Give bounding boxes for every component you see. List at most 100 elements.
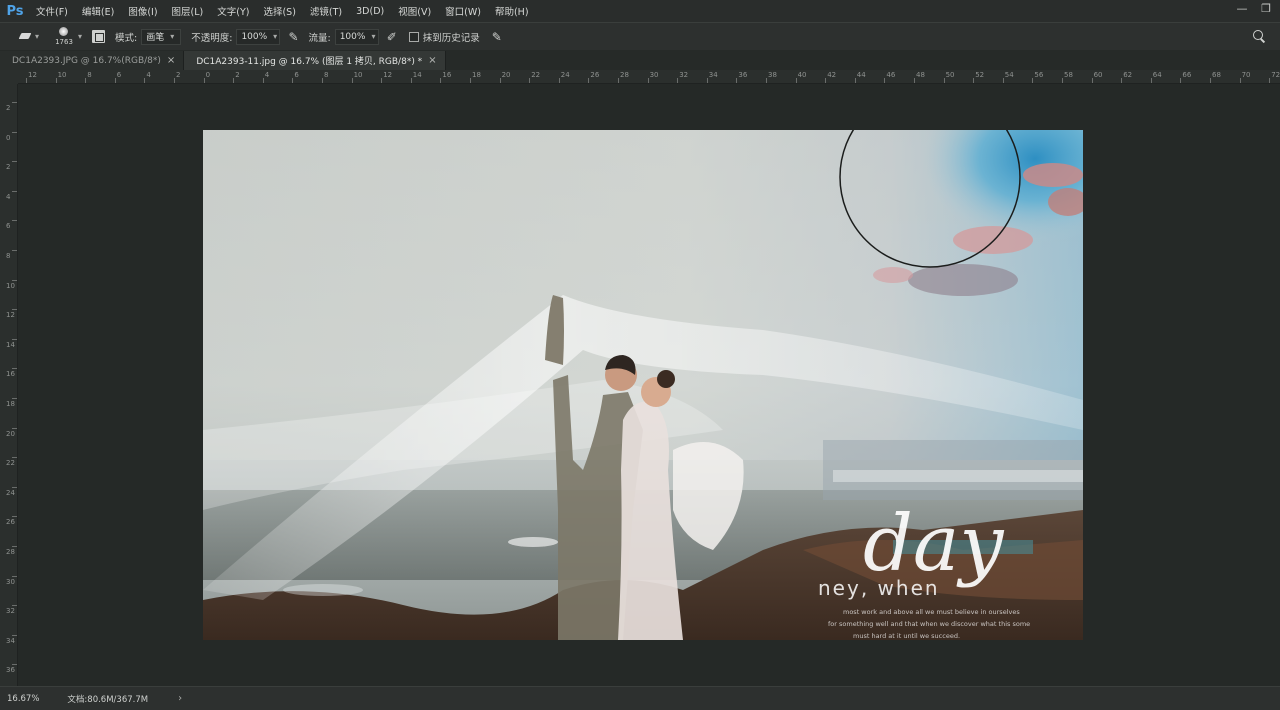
ruler-left-tick: [12, 664, 17, 666]
tab-label: DC1A2393.JPG @ 16.7%(RGB/8*): [12, 55, 161, 66]
menu-edit[interactable]: 编辑(E): [76, 0, 120, 22]
menu-3d[interactable]: 3D(D): [350, 0, 390, 22]
ruler-left-label: 32: [6, 607, 15, 616]
mode-dropdown[interactable]: 画笔 ▾: [141, 28, 182, 45]
opacity-value: 100%: [241, 31, 268, 42]
ruler-top-label: 50: [945, 71, 955, 79]
ruler-top-tick: [914, 78, 915, 83]
ruler-left-tick: [12, 634, 17, 636]
ruler-top-label: 40: [797, 71, 807, 79]
ruler-left-tick: [12, 131, 17, 133]
close-icon[interactable]: ×: [428, 55, 436, 66]
menu-help[interactable]: 帮助(H): [489, 0, 535, 22]
ruler-left-label: 26: [6, 518, 15, 527]
ruler-top-label: 16: [442, 71, 452, 79]
menu-view[interactable]: 视图(V): [392, 0, 437, 22]
pressure-size-icon[interactable]: ✎: [492, 30, 502, 44]
ruler-left-label: 8: [6, 252, 11, 260]
close-icon[interactable]: ×: [167, 55, 175, 66]
ruler-top-tick: [618, 78, 619, 83]
flow-value: 100%: [339, 31, 366, 42]
document-canvas[interactable]: day ney, when most work and above all we…: [203, 130, 1083, 640]
opacity-field[interactable]: 100% ▾: [236, 28, 281, 45]
brush-panel-toggle-icon[interactable]: [92, 30, 106, 43]
ruler-corner[interactable]: [0, 70, 18, 84]
ruler-top-tick: [1180, 78, 1182, 83]
ruler-top-label: 58: [1064, 71, 1073, 79]
ruler-left-tick: [12, 190, 17, 192]
brush-preview: 1763: [53, 25, 75, 49]
ruler-left-label: 22: [6, 459, 15, 468]
ruler-left-tick: [12, 457, 17, 459]
ruler-top-tick: [85, 78, 87, 83]
canvas-workspace[interactable]: day ney, when most work and above all we…: [18, 84, 1280, 686]
restore-button[interactable]: ❐: [1260, 2, 1272, 15]
chevron-down-icon: ▾: [78, 32, 83, 41]
ruler-top-label: 42: [827, 71, 837, 79]
pressure-opacity-icon[interactable]: ✎: [288, 30, 298, 44]
ruler-left-label: 14: [6, 340, 15, 349]
document-size: 文档:80.6M/367.7M: [67, 694, 149, 705]
ruler-top-label: 56: [1034, 71, 1044, 79]
tab-dc1a2393[interactable]: DC1A2393.JPG @ 16.7%(RGB/8*) ×: [0, 51, 185, 70]
brush-tip-icon: [59, 26, 69, 36]
ruler-top-label: 12: [28, 71, 37, 79]
brush-picker[interactable]: 1763 ▾: [39, 25, 82, 49]
ruler-left-tick: [12, 575, 17, 577]
menu-filter[interactable]: 滤镜(T): [304, 0, 348, 22]
ruler-top-tick: [381, 78, 383, 83]
ruler-top-tick: [825, 78, 827, 83]
ruler-top-tick: [766, 78, 767, 83]
ruler-top-label: 68: [1212, 71, 1221, 79]
menu-type[interactable]: 文字(Y): [211, 0, 255, 22]
ruler-left-tick: [12, 309, 17, 311]
ruler-top-label: 52: [975, 71, 985, 79]
menu-file[interactable]: 文件(F): [30, 0, 74, 22]
menu-bar: Ps 文件(F) 编辑(E) 图像(I) 图层(L) 文字(Y) 选择(S) 滤…: [0, 0, 1280, 22]
search-icon[interactable]: [1252, 29, 1266, 43]
flow-field[interactable]: 100% ▾: [334, 28, 379, 45]
ruler-top-label: 66: [1182, 71, 1192, 79]
ruler-top-tick: [351, 78, 353, 83]
ruler-left-label: 18: [6, 400, 15, 408]
menu-layer[interactable]: 图层(L): [166, 0, 210, 22]
ruler-top-label: 54: [1004, 71, 1014, 79]
ruler-top-label: 24: [560, 71, 570, 79]
ruler-top-tick: [233, 78, 235, 83]
ruler-top-tick: [292, 78, 294, 83]
ruler-left-tick: [12, 516, 17, 518]
ruler-top-tick: [558, 78, 560, 83]
menu-image[interactable]: 图像(I): [122, 0, 163, 22]
menu-window[interactable]: 窗口(W): [439, 0, 487, 22]
status-menu-arrow-icon[interactable]: ›: [178, 693, 182, 704]
vertical-ruler[interactable]: 2 0 2 4 6 8 10 12 14 16 18 20 22 24 26 28 30 32 34 36: [0, 84, 18, 686]
ruler-top-label: 0: [205, 71, 211, 79]
tool-preset-picker[interactable]: ▾: [0, 32, 39, 42]
ruler-top-label: 26: [590, 71, 600, 79]
ruler-left-label: 28: [6, 548, 15, 556]
ruler-top-label: 36: [738, 71, 748, 79]
zoom-level[interactable]: 16.67%: [7, 694, 39, 704]
ruler-left-label: 2: [6, 104, 11, 112]
ruler-top-tick: [499, 78, 501, 83]
menu-select[interactable]: 选择(S): [257, 0, 301, 22]
ruler-left-label: 34: [6, 636, 15, 645]
ruler-top-label: 32: [679, 71, 689, 79]
ruler-top-tick: [706, 78, 708, 83]
ruler-top-tick: [677, 78, 679, 83]
ruler-left-tick: [12, 605, 17, 607]
tab-dc1a2393-11[interactable]: DC1A2393-11.jpg @ 16.7% (图层 1 拷贝, RGB/8*…: [184, 51, 446, 70]
minimize-button[interactable]: —: [1236, 2, 1248, 15]
ruler-top-tick: [144, 78, 146, 83]
erase-history-checkbox[interactable]: [408, 31, 419, 42]
ruler-top-label: 6: [116, 71, 122, 79]
airbrush-icon[interactable]: ✐: [387, 30, 397, 44]
ruler-left-tick: [12, 161, 17, 163]
ruler-top-label: 44: [856, 71, 866, 79]
tab-label: DC1A2393-11.jpg @ 16.7% (图层 1 拷贝, RGB/8*…: [196, 57, 423, 67]
ruler-top-label: 70: [1241, 71, 1251, 79]
ruler-top-label: 22: [531, 71, 541, 79]
photoshop-window: Ps 文件(F) 编辑(E) 图像(I) 图层(L) 文字(Y) 选择(S) 滤…: [0, 0, 1280, 710]
ruler-left-label: 6: [6, 222, 11, 231]
horizontal-ruler[interactable]: 12 10 8 6 4 2 0 2 4 6 8 10 12 14 16 18 20 22 24 26 28 30 32 34 3…: [18, 70, 1280, 84]
